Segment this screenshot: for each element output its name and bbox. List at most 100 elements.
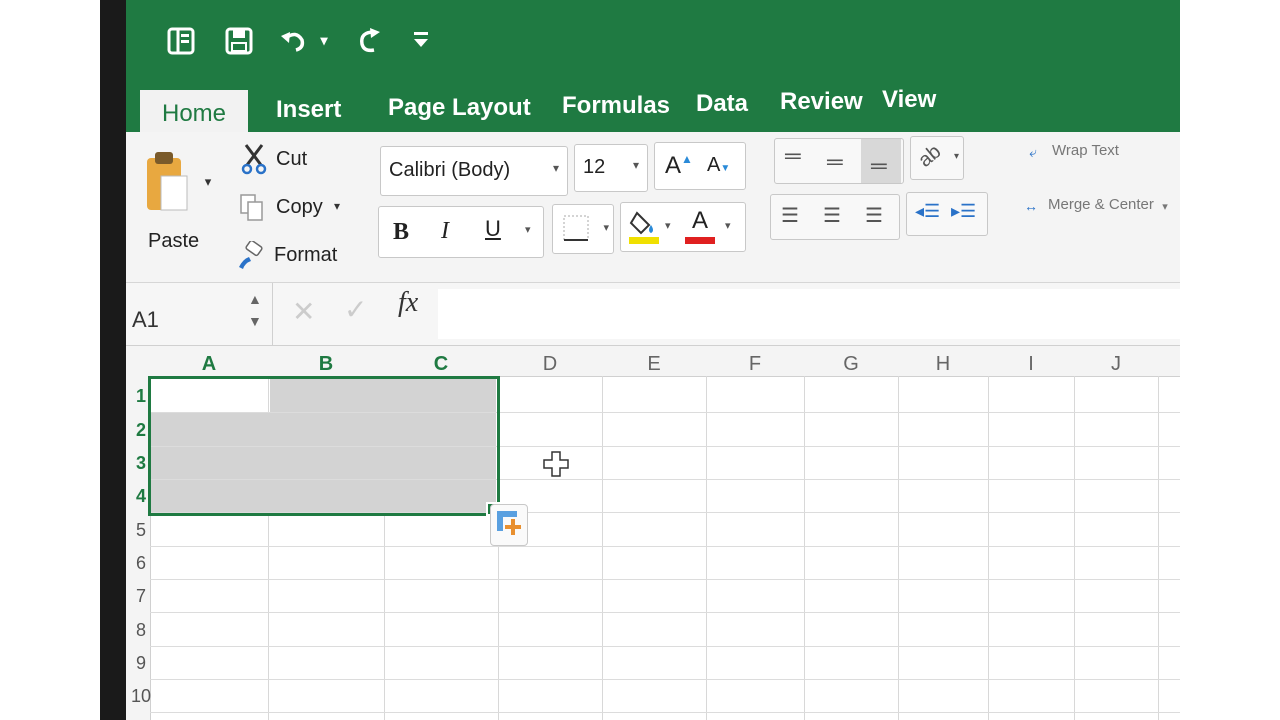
fill-color-icon[interactable] bbox=[627, 207, 661, 245]
undo-dropdown-icon[interactable]: ▾ bbox=[316, 30, 332, 50]
column-header-h[interactable]: H bbox=[898, 346, 988, 376]
sidebar-icon[interactable] bbox=[164, 24, 198, 58]
merge-center-label[interactable]: Merge & Center bbox=[1048, 196, 1154, 213]
quick-analysis-icon bbox=[497, 511, 521, 535]
cancel-icon[interactable]: ✕ bbox=[292, 295, 315, 328]
enter-icon[interactable]: ✓ bbox=[344, 293, 367, 326]
formula-bar: A1 ▲ ▼ ✕ ✓ fx bbox=[126, 283, 1180, 346]
indent-group: ◂☰ ▸☰ bbox=[906, 192, 988, 236]
format-painter-icon[interactable] bbox=[234, 240, 266, 272]
row-divider bbox=[150, 579, 1180, 580]
bold-button[interactable]: B bbox=[393, 219, 409, 246]
stepper-down-icon[interactable]: ▼ bbox=[248, 313, 262, 329]
chevron-down-icon[interactable]: ▾ bbox=[525, 223, 531, 236]
chevron-down-icon: ▾ bbox=[603, 222, 609, 234]
tab-home[interactable]: Home bbox=[140, 90, 249, 136]
fx-icon[interactable]: fx bbox=[398, 287, 418, 319]
align-bottom-button[interactable]: ═ bbox=[861, 139, 901, 183]
customize-icon[interactable] bbox=[408, 26, 434, 54]
decrease-font-button[interactable]: A▼ bbox=[707, 154, 730, 177]
align-right-icon[interactable]: ☰ bbox=[865, 203, 883, 228]
align-middle-icon[interactable]: ═ bbox=[827, 149, 843, 175]
column-header-e[interactable]: E bbox=[602, 346, 706, 376]
copy-icon[interactable] bbox=[238, 192, 266, 224]
row-divider bbox=[150, 679, 1180, 680]
format-label[interactable]: Format bbox=[274, 244, 337, 267]
column-header-a[interactable]: A bbox=[150, 346, 268, 376]
borders-button[interactable]: ▾ bbox=[552, 204, 614, 254]
align-left-icon[interactable]: ☰ bbox=[781, 203, 799, 228]
chevron-down-icon: ▾ bbox=[953, 151, 959, 162]
merge-center-icon[interactable]: ↔ bbox=[1016, 194, 1046, 218]
underline-button[interactable]: U bbox=[485, 216, 501, 242]
selection-border bbox=[148, 376, 500, 516]
row-header-9[interactable]: 9 bbox=[126, 653, 156, 674]
row-header-10[interactable]: 10 bbox=[126, 686, 156, 707]
align-top-icon[interactable]: ═ bbox=[785, 143, 801, 169]
tab-insert[interactable]: Insert bbox=[276, 96, 341, 124]
paste-dropdown-icon[interactable]: ▾ bbox=[200, 172, 216, 192]
copy-dropdown-icon[interactable]: ▾ bbox=[330, 198, 344, 214]
paste-label[interactable]: Paste bbox=[148, 230, 199, 253]
tab-page-layout[interactable]: Page Layout bbox=[388, 94, 531, 122]
tab-formulas[interactable]: Formulas bbox=[562, 92, 670, 120]
orientation-icon: ab bbox=[914, 140, 946, 172]
tab-review[interactable]: Review bbox=[780, 88, 863, 116]
font-family-value: Calibri (Body) bbox=[389, 159, 511, 181]
color-group: ▾ A ▾ bbox=[620, 202, 746, 252]
column-header-i[interactable]: I bbox=[988, 346, 1074, 376]
tab-data[interactable]: Data bbox=[696, 90, 748, 118]
column-header-g[interactable]: G bbox=[804, 346, 898, 376]
cut-label[interactable]: Cut bbox=[276, 148, 307, 171]
font-size-value: 12 bbox=[583, 156, 606, 178]
select-all-corner[interactable] bbox=[126, 346, 150, 376]
increase-font-button[interactable]: A▲ bbox=[665, 152, 693, 180]
save-icon[interactable] bbox=[222, 24, 256, 58]
wrap-text-icon[interactable]: ⤶ bbox=[1018, 140, 1048, 164]
font-size-select[interactable]: 12 ▾ bbox=[574, 144, 648, 192]
column-header-d[interactable]: D bbox=[498, 346, 602, 376]
row-header-5[interactable]: 5 bbox=[126, 520, 156, 541]
stepper-up-icon[interactable]: ▲ bbox=[248, 291, 262, 307]
ribbon-home: ▾ Paste Cut Copy ▾ Format Calibri (Body)… bbox=[126, 132, 1180, 283]
scissors-icon[interactable] bbox=[240, 142, 268, 176]
formula-input[interactable] bbox=[438, 289, 1180, 339]
paste-icon[interactable] bbox=[142, 150, 192, 216]
column-divider bbox=[602, 376, 603, 720]
quick-analysis-button[interactable] bbox=[490, 504, 528, 546]
undo-icon[interactable] bbox=[276, 24, 310, 58]
row-divider bbox=[150, 612, 1180, 613]
font-size-buttons: A▲ A▼ bbox=[654, 142, 746, 190]
name-box[interactable]: A1 ▲ ▼ bbox=[126, 283, 273, 345]
redo-icon[interactable] bbox=[352, 24, 386, 58]
cell-cursor-icon bbox=[542, 450, 570, 478]
name-box-value: A1 bbox=[132, 307, 159, 332]
row-header-8[interactable]: 8 bbox=[126, 620, 156, 641]
row-header-6[interactable]: 6 bbox=[126, 553, 156, 574]
orientation-button[interactable]: ab ▾ bbox=[910, 136, 964, 180]
column-header-b[interactable]: B bbox=[268, 346, 384, 376]
align-bottom-icon: ═ bbox=[871, 153, 887, 178]
row-header-7[interactable]: 7 bbox=[126, 586, 156, 607]
chevron-down-icon[interactable]: ▾ bbox=[1158, 198, 1172, 214]
column-divider bbox=[1074, 376, 1075, 720]
copy-label[interactable]: Copy bbox=[276, 196, 323, 219]
wrap-text-label[interactable]: Wrap Text bbox=[1052, 142, 1119, 159]
chevron-down-icon[interactable]: ▾ bbox=[725, 219, 731, 232]
font-color-button[interactable]: A bbox=[685, 207, 715, 235]
chevron-down-icon: ▾ bbox=[632, 158, 639, 172]
column-header-j[interactable]: J bbox=[1074, 346, 1158, 376]
chevron-down-icon[interactable]: ▾ bbox=[665, 219, 671, 232]
increase-indent-icon[interactable]: ▸☰ bbox=[951, 201, 976, 222]
tab-view[interactable]: View bbox=[882, 86, 936, 114]
borders-icon bbox=[563, 215, 589, 241]
italic-button[interactable]: I bbox=[441, 218, 449, 245]
column-header-c[interactable]: C bbox=[384, 346, 498, 376]
column-divider bbox=[804, 376, 805, 720]
decrease-indent-icon[interactable]: ◂☰ bbox=[915, 201, 940, 222]
align-center-icon[interactable]: ☰ bbox=[823, 203, 841, 228]
row-divider bbox=[150, 546, 1180, 547]
horizontal-align-group: ☰ ☰ ☰ bbox=[770, 194, 900, 240]
column-header-f[interactable]: F bbox=[706, 346, 804, 376]
font-family-select[interactable]: Calibri (Body) ▾ bbox=[380, 146, 568, 196]
